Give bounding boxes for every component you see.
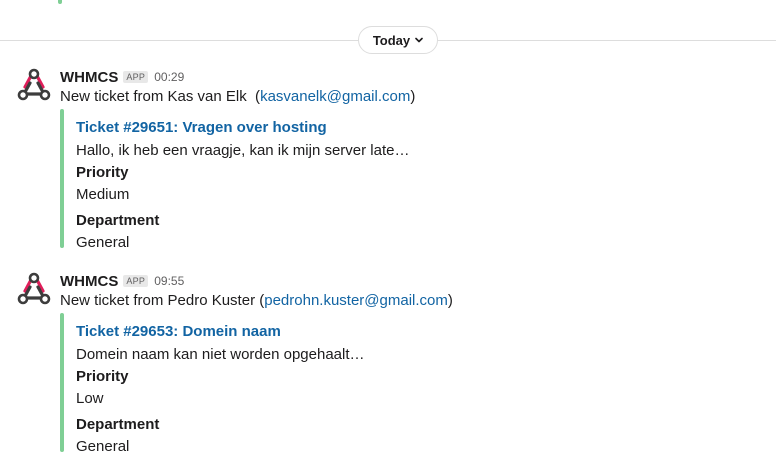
whmcs-app-icon[interactable] (16, 271, 52, 307)
app-badge: APP (123, 71, 149, 83)
message-text-suffix: ) (447, 292, 453, 309)
day-divider-button[interactable]: Today (358, 26, 438, 54)
day-divider-label: Today (372, 32, 411, 48)
field-value-priority: Medium (76, 186, 130, 203)
ticket-preview-text: Domein naam kan niet worden opgehaalt… (76, 346, 365, 363)
field-value-priority: Low (76, 390, 104, 407)
field-label-department: Department (76, 212, 160, 229)
sender-name[interactable]: WHMCS (60, 273, 118, 290)
field-value-department: General (76, 438, 130, 455)
message-text: New ticket from Kas van Elk (kasvanelk@g… (60, 88, 415, 105)
message-header: WHMCS APP 00:29 (60, 67, 184, 87)
message-text-suffix: ) (410, 88, 416, 105)
ticket-attachment: Ticket #29651: Vragen over hosting Hallo… (60, 109, 760, 251)
whmcs-app-icon[interactable] (16, 67, 52, 103)
email-link[interactable]: kasvanelk@gmail.com (260, 88, 410, 105)
attachment-color-bar (60, 109, 64, 248)
app-badge: APP (123, 275, 149, 287)
chevron-down-icon (415, 37, 423, 43)
field-label-priority: Priority (76, 164, 129, 181)
message-header: WHMCS APP 09:55 (60, 271, 184, 291)
field-label-priority: Priority (76, 368, 129, 385)
sender-name[interactable]: WHMCS (60, 69, 118, 86)
ticket-title-link[interactable]: Ticket #29653: Domein naam (76, 323, 281, 340)
field-value-department: General (76, 234, 130, 251)
message-text-prefix: New ticket from Pedro Kuster ( (60, 292, 265, 309)
message: WHMCS APP 09:55 New ticket from Pedro Ku… (0, 271, 776, 461)
ticket-title-link[interactable]: Ticket #29651: Vragen over hosting (76, 119, 327, 136)
message-text-prefix: New ticket from Kas van Elk ( (60, 88, 261, 105)
message-timestamp[interactable]: 09:55 (154, 274, 184, 288)
message-text: New ticket from Pedro Kuster (pedrohn.ku… (60, 292, 453, 309)
message-timestamp[interactable]: 00:29 (154, 70, 184, 84)
message: WHMCS APP 00:29 New ticket from Kas van … (0, 67, 776, 257)
ticket-preview-text: Hallo, ik heb een vraagje, kan ik mijn s… (76, 142, 410, 159)
attachment-color-bar (60, 313, 64, 452)
email-link[interactable]: pedrohn.kuster@gmail.com (264, 292, 448, 309)
previous-attachment-bar (58, 0, 62, 4)
field-label-department: Department (76, 416, 160, 433)
ticket-attachment: Ticket #29653: Domein naam Domein naam k… (60, 313, 760, 455)
